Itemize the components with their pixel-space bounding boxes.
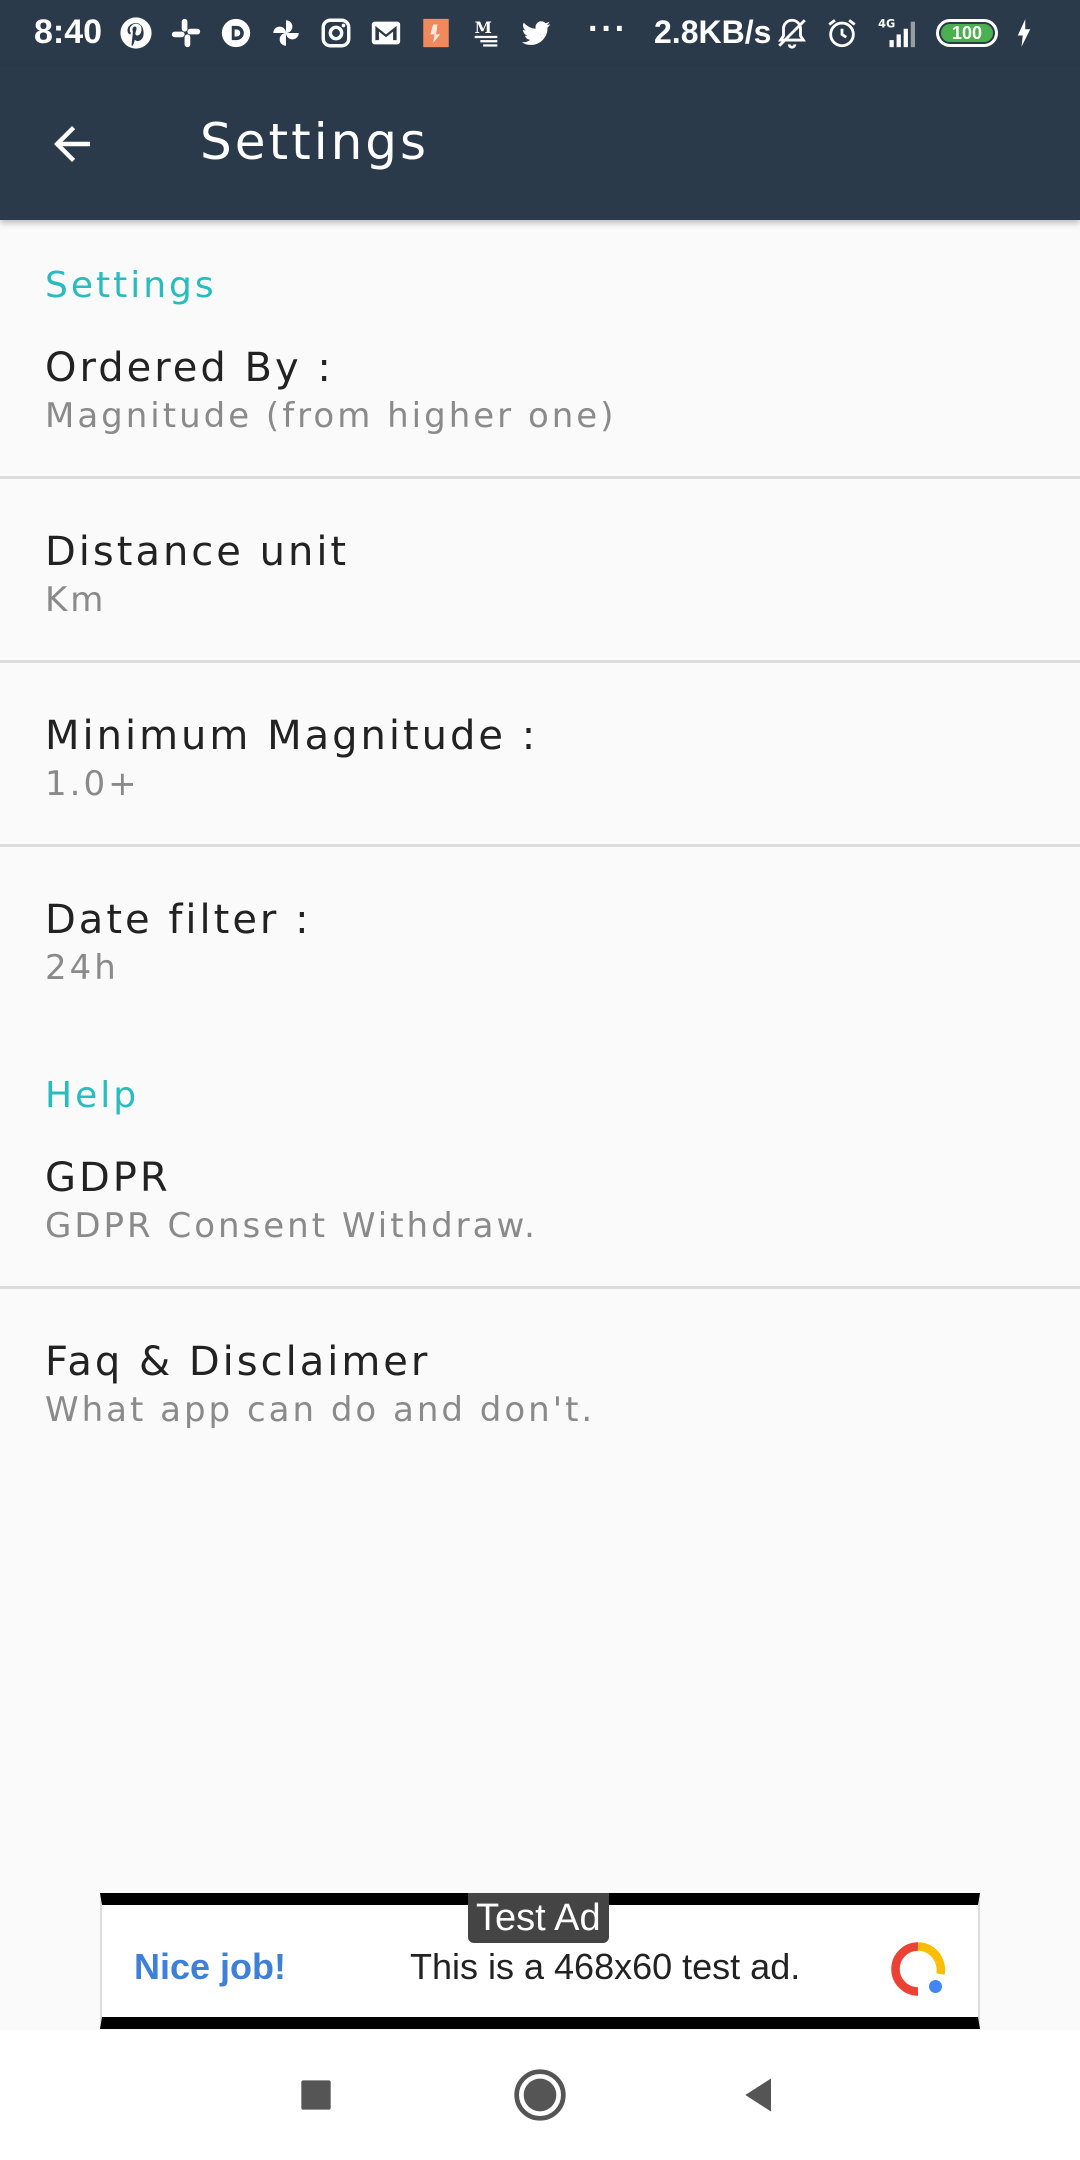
system-icons: 4G 100 [774, 12, 1036, 54]
pref-title: Distance unit [45, 529, 350, 575]
settings-list: Settings Ordered By : Magnitude (from hi… [0, 220, 1080, 1435]
section-header-settings: Settings [45, 265, 217, 306]
app-bar: Settings [0, 66, 1080, 220]
pref-gdpr[interactable]: GDPR GDPR Consent Withdraw. [0, 1154, 1080, 1251]
home-button[interactable] [505, 2060, 575, 2130]
ad-logo-icon [891, 1942, 946, 1996]
pref-title: Date filter : [45, 897, 312, 943]
slack-icon [168, 15, 204, 51]
svg-text:M: M [475, 18, 492, 37]
pref-minimum-magnitude[interactable]: Minimum Magnitude : 1.0+ [0, 712, 1080, 809]
back-icon [745, 2078, 771, 2112]
back-button[interactable] [36, 108, 108, 180]
dailyhunt-icon [218, 15, 254, 51]
network-type-label: 4G [878, 16, 895, 30]
pref-summary: What app can do and don't. [45, 1390, 596, 1430]
battery-icon: 100 [936, 19, 998, 47]
pref-summary: Km [45, 580, 107, 620]
pinwheel-icon [268, 15, 304, 51]
medium-icon: M [468, 15, 504, 51]
signal-icon: 4G [874, 15, 922, 51]
recents-icon [301, 2080, 331, 2110]
notification-icons: M [118, 14, 554, 52]
pinterest-icon [118, 15, 154, 51]
charging-icon [1012, 15, 1036, 51]
section-settings: Settings Ordered By : Magnitude (from hi… [0, 266, 1080, 993]
pref-title: Ordered By : [45, 345, 334, 391]
test-ad-badge: Test Ad [468, 1893, 609, 1943]
mute-icon [774, 15, 810, 51]
divider [0, 1286, 1080, 1289]
pref-summary: GDPR Consent Withdraw. [45, 1206, 538, 1246]
ad-text: This is a 468x60 test ad. [410, 1946, 801, 1987]
pref-summary: 24h [45, 948, 119, 988]
pref-ordered-by[interactable]: Ordered By : Magnitude (from higher one) [0, 344, 1080, 441]
navigation-bar [0, 2030, 1080, 2160]
pref-date-filter[interactable]: Date filter : 24h [0, 896, 1080, 993]
screen: 8:40 M ··· 2.8KB/s 4G 100 Settings Setti… [0, 0, 1080, 2160]
network-speed: 2.8KB/s [654, 14, 772, 50]
divider [0, 660, 1080, 663]
pref-summary: Magnitude (from higher one) [45, 396, 617, 436]
gmail-icon [368, 15, 404, 51]
pref-summary: 1.0+ [45, 764, 140, 804]
divider [0, 844, 1080, 847]
twitter-icon [518, 15, 554, 51]
status-time: 8:40 [34, 13, 103, 51]
page-title: Settings [200, 113, 430, 171]
home-icon [514, 2069, 566, 2121]
section-help: Help GDPR GDPR Consent Withdraw. Faq & D… [0, 1076, 1080, 1435]
pref-title: GDPR [45, 1155, 171, 1201]
section-header-help: Help [45, 1075, 140, 1116]
pref-faq-disclaimer[interactable]: Faq & Disclaimer What app can do and don… [0, 1338, 1080, 1435]
alarm-icon [824, 15, 860, 51]
instagram-icon [318, 15, 354, 51]
app-icon [418, 15, 454, 51]
pref-distance-unit[interactable]: Distance unit Km [0, 528, 1080, 625]
status-bar: 8:40 M ··· 2.8KB/s 4G 100 [0, 0, 1080, 66]
ad-banner[interactable]: Test Ad Nice job! This is a 468x60 test … [100, 1893, 980, 2029]
pref-title: Minimum Magnitude : [45, 713, 539, 759]
more-notifications-indicator: ··· [588, 10, 628, 48]
ad-headline: Nice job! [134, 1946, 287, 1987]
divider [0, 476, 1080, 479]
recents-button[interactable] [281, 2060, 351, 2130]
nav-back-button[interactable] [725, 2060, 795, 2130]
arrow-back-icon [54, 126, 90, 162]
pref-title: Faq & Disclaimer [45, 1339, 431, 1385]
battery-level: 100 [941, 24, 993, 42]
